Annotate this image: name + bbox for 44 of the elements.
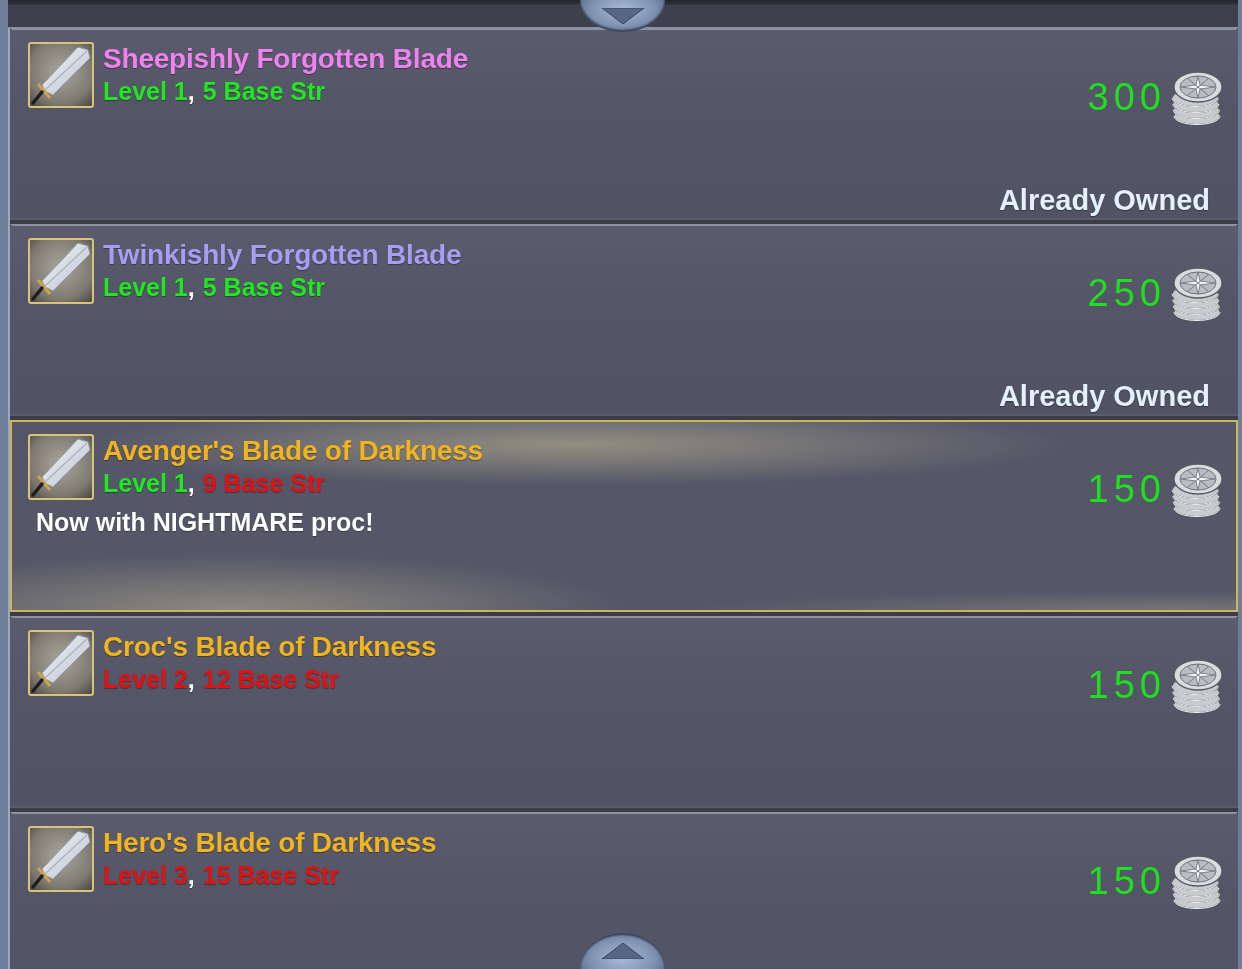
item-name: Hero's Blade of Darkness <box>103 826 437 860</box>
item-name: Twinkishly Forgotten Blade <box>103 238 462 272</box>
strength-requirement: 5 Base Str <box>202 272 326 302</box>
sword-icon <box>28 434 94 500</box>
price-text: 150 <box>1087 467 1166 511</box>
strength-requirement: 9 Base Str <box>202 468 326 498</box>
price-text: 300 <box>1087 75 1166 119</box>
coin-stack-icon <box>1170 852 1224 910</box>
separator-text: , <box>187 468 195 498</box>
item-description: Now with NIGHTMARE proc! <box>36 507 374 538</box>
level-requirement: Level 3 <box>103 860 188 890</box>
separator-text: , <box>187 76 195 106</box>
sword-icon <box>28 826 94 892</box>
item-row[interactable]: Twinkishly Forgotten Blade Level 1, 5 Base Str 250 Already Owned <box>10 224 1238 416</box>
item-row[interactable]: Avenger's Blade of Darkness Level 1, 9 Base Str 150 Now with NIGHTMARE proc! <box>10 420 1238 612</box>
coin-stack-icon <box>1170 68 1224 126</box>
price-text: 250 <box>1087 271 1166 315</box>
price-text: 150 <box>1087 859 1166 903</box>
level-requirement: Level 1 <box>103 272 188 302</box>
owned-status-text: Already Owned <box>998 379 1210 413</box>
item-row[interactable]: Hero's Blade of Darkness Level 3, 15 Base Str 150 <box>10 812 1238 969</box>
separator-text: , <box>187 664 195 694</box>
caret-up-icon <box>601 943 644 959</box>
separator-text: , <box>187 860 195 890</box>
strength-requirement: 15 Base Str <box>202 860 339 890</box>
caret-down-icon <box>601 8 644 24</box>
sword-icon <box>28 42 94 108</box>
owned-status-text: Already Owned <box>998 183 1210 217</box>
item-name: Sheepishly Forgotten Blade <box>103 42 469 76</box>
level-requirement: Level 1 <box>103 76 188 106</box>
separator-text: , <box>187 272 195 302</box>
sword-icon <box>28 630 94 696</box>
strength-requirement: 5 Base Str <box>202 76 326 106</box>
price-text: 150 <box>1087 663 1166 707</box>
level-requirement: Level 2 <box>103 664 188 694</box>
strength-requirement: 12 Base Str <box>202 664 339 694</box>
sword-icon <box>28 238 94 304</box>
item-row[interactable]: Sheepishly Forgotten Blade Level 1, 5 Base Str 300 Already Owned <box>10 28 1238 220</box>
item-row[interactable]: Croc's Blade of Darkness Level 2, 12 Base Str 150 <box>10 616 1238 808</box>
level-requirement: Level 1 <box>103 468 188 498</box>
item-name: Croc's Blade of Darkness <box>103 630 437 664</box>
item-name: Avenger's Blade of Darkness <box>103 434 483 468</box>
coin-stack-icon <box>1170 264 1224 322</box>
coin-stack-icon <box>1170 656 1224 714</box>
